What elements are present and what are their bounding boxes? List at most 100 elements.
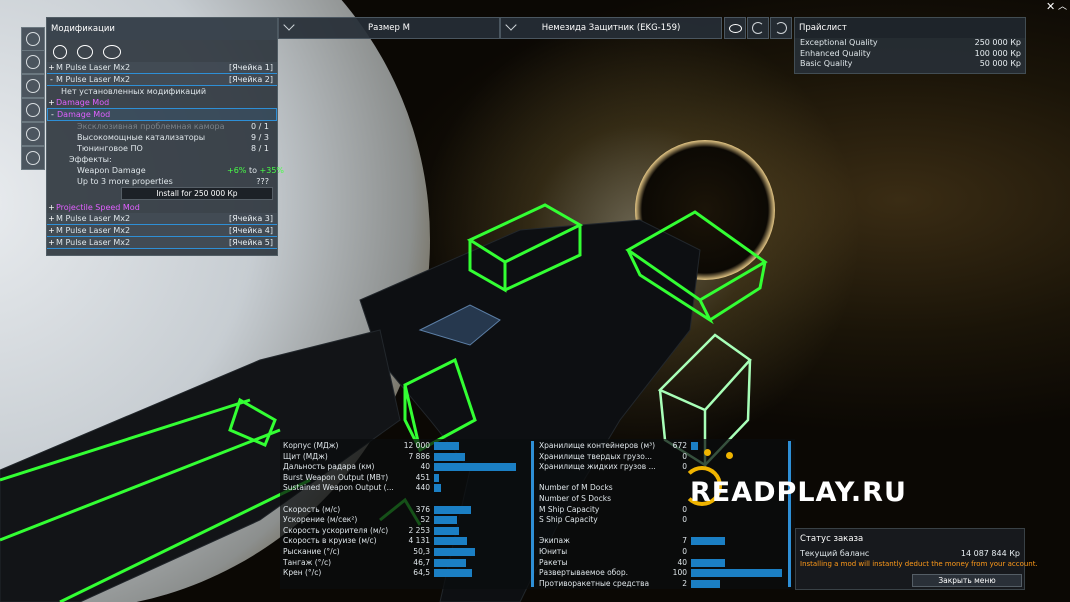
undo-button[interactable]	[747, 17, 769, 39]
weapon-slot-row[interactable]: -M Pulse Laser Mx2 [Ячейка 2]	[47, 74, 277, 86]
expand-icon[interactable]: +	[47, 202, 56, 213]
ship-stats-panel: Корпус (МДж) 12 000 Щит (МДж) 7 886 Дальност…	[280, 439, 795, 589]
weapon-name: M Pulse Laser Mx2	[56, 75, 131, 84]
tool-search-icon[interactable]	[21, 146, 45, 170]
collapse-icon[interactable]: -	[47, 74, 56, 85]
stat-row: Тангаж (°/с) 46,7	[283, 558, 434, 569]
tool-ship-icon[interactable]	[21, 27, 45, 51]
ship-selector-label: Немезида Защитник (EKG-159)	[541, 23, 681, 33]
chevron-up-icon[interactable]: ︿	[1058, 2, 1068, 12]
redo-button[interactable]	[770, 17, 792, 39]
stat-label: Развертываемое обор.	[539, 568, 629, 578]
stat-bar	[691, 537, 725, 546]
stat-value: 12 000	[403, 441, 430, 450]
more-properties-value: ???	[256, 177, 269, 186]
category-2-icon[interactable]	[77, 45, 93, 59]
stat-value: 451	[415, 472, 430, 482]
requirement-row: Эксклюзивная проблемная камора 0 / 1	[47, 121, 277, 132]
no-mods-text: Нет установленных модификаций	[47, 86, 277, 97]
requirement-row: Высокомощные катализаторы 9 / 3	[47, 132, 277, 143]
pricelist-title: Прайслист	[795, 18, 1025, 38]
camera-view-button[interactable]	[724, 17, 746, 39]
stat-label: Щит (МДж)	[283, 451, 328, 461]
effect-row: Weapon Damage +6% to +35%	[47, 165, 284, 176]
close-menu-button[interactable]: Закрыть меню	[912, 574, 1022, 587]
stat-row: Хранилище твердых грузо... 0	[539, 452, 691, 463]
stat-row: Ракеты 40	[539, 558, 691, 569]
stat-row: Противоракетные средства 2	[539, 579, 691, 590]
mod-name: Damage Mod	[56, 98, 110, 107]
stat-value: 4 131	[408, 536, 430, 546]
expand-icon[interactable]: +	[47, 237, 56, 248]
category-3-icon[interactable]	[103, 45, 121, 59]
size-selector-label: Размер М	[368, 23, 410, 33]
eye-icon	[729, 24, 742, 33]
weapon-slot-row[interactable]: +M Pulse Laser Mx2 [Ячейка 4]	[47, 225, 277, 237]
mod-row-selected[interactable]: - Damage Mod	[47, 108, 277, 121]
tool-chassis-icon[interactable]	[21, 122, 45, 146]
weapon-slot-row[interactable]: +M Pulse Laser Mx2 [Ячейка 3]	[47, 213, 277, 225]
stat-label: Ускорение (м/сек²)	[283, 515, 358, 525]
mod-name: Projectile Speed Mod	[56, 203, 140, 212]
stat-value: 0	[682, 504, 687, 514]
weapon-slot-row[interactable]: +M Pulse Laser Mx2 [Ячейка 5]	[47, 237, 277, 249]
stats-divider	[788, 441, 791, 587]
mod-row[interactable]: +Projectile Speed Mod	[47, 202, 277, 213]
stat-row: Burst Weapon Output (МВт) 451	[283, 473, 434, 484]
expand-icon[interactable]: +	[47, 62, 56, 73]
stat-value: 52	[420, 515, 430, 525]
effects-heading: Эффекты:	[47, 154, 277, 165]
slot-label: [Ячейка 3]	[228, 214, 273, 223]
price-label: Basic Quality	[800, 59, 853, 68]
stat-bar	[434, 548, 476, 556]
undo-icon	[752, 22, 764, 34]
stat-label: Burst Weapon Output (МВт)	[283, 472, 389, 482]
collapse-icon[interactable]: -	[48, 109, 57, 120]
stat-row: Развертываемое обор. 100	[539, 568, 691, 579]
stat-bar	[691, 579, 720, 588]
category-1-icon[interactable]	[53, 45, 67, 59]
expand-icon[interactable]: +	[47, 97, 56, 108]
stat-value: 40	[420, 462, 430, 472]
requirement-value: 8 / 1	[251, 144, 269, 153]
redo-icon	[775, 22, 787, 34]
tool-shield-icon[interactable]	[21, 98, 45, 122]
stat-bar	[434, 505, 471, 514]
order-status-panel: Статус заказа Текущий баланс 14 087 844 …	[795, 528, 1038, 590]
balance-row: Текущий баланс 14 087 844 Кр	[796, 549, 1024, 559]
stat-value: 0	[682, 462, 687, 472]
logo-dot	[704, 449, 711, 456]
slot-label: [Ячейка 5]	[228, 238, 273, 247]
stat-row: Хранилище жидких грузов ... 0	[539, 462, 691, 473]
stat-bar	[434, 537, 467, 546]
stat-bar	[691, 569, 783, 578]
expand-icon[interactable]: +	[47, 225, 56, 236]
tool-weapons-icon[interactable]	[21, 50, 45, 74]
effects-label: Эффекты:	[69, 155, 112, 164]
price-row: Enhanced Quality 100 000 Кр	[795, 49, 1025, 60]
stat-label: Скорость в круизе (м/с)	[283, 536, 377, 546]
requirement-label: Тюнинговое ПО	[77, 144, 143, 153]
ship-selector[interactable]: Немезида Защитник (EKG-159)	[500, 17, 722, 39]
stat-label: Корпус (МДж)	[283, 441, 339, 450]
mod-row[interactable]: +Damage Mod	[47, 97, 277, 108]
expand-icon[interactable]: +	[47, 213, 56, 224]
weapon-name: M Pulse Laser Mx2	[56, 214, 131, 223]
stat-label: Скорость ускорителя (м/с)	[283, 525, 389, 535]
tool-engines-icon[interactable]	[21, 74, 45, 98]
install-button[interactable]: Install for 250 000 Кр	[121, 187, 273, 200]
more-properties-label: Up to 3 more properties	[77, 177, 173, 186]
stat-row: Скорость ускорителя (м/с) 2 253	[283, 526, 434, 537]
stat-bar	[434, 484, 441, 493]
price-row: Basic Quality 50 000 Кр	[795, 59, 1025, 70]
stat-label: Sustained Weapon Output (...	[283, 483, 394, 493]
requirement-row: Тюнинговое ПО 8 / 1	[47, 143, 277, 154]
size-selector[interactable]: Размер М	[278, 17, 500, 39]
stat-bar	[434, 516, 457, 525]
requirement-value: 0 / 1	[251, 122, 269, 131]
effect-to: +35%	[259, 166, 285, 175]
stat-bar	[434, 526, 460, 535]
stat-row: Скорость (м/с) 376	[283, 505, 434, 516]
weapon-slot-row[interactable]: +M Pulse Laser Mx2 [Ячейка 1]	[47, 62, 277, 74]
close-icon[interactable]: ✕	[1046, 1, 1056, 12]
